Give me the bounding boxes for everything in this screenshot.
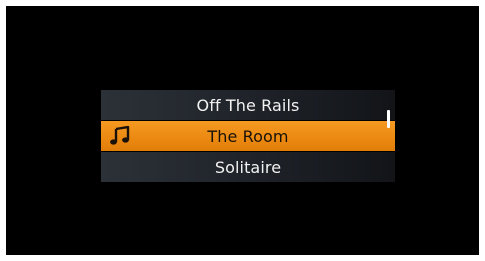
- track-list: Off The Rails The Room Solitaire: [101, 88, 395, 182]
- list-item-selected[interactable]: The Room: [101, 121, 395, 151]
- list-item[interactable]: Solitaire: [101, 152, 395, 182]
- list-item[interactable]: Off The Rails: [101, 90, 395, 120]
- screen: Off The Rails The Room Solitaire: [6, 6, 479, 255]
- music-note-icon: [109, 125, 131, 146]
- list-item-label: Solitaire: [214, 157, 282, 177]
- list-item-label: The Room: [207, 126, 289, 146]
- list-item-label: Off The Rails: [196, 95, 300, 115]
- scrollbar[interactable]: [387, 110, 390, 128]
